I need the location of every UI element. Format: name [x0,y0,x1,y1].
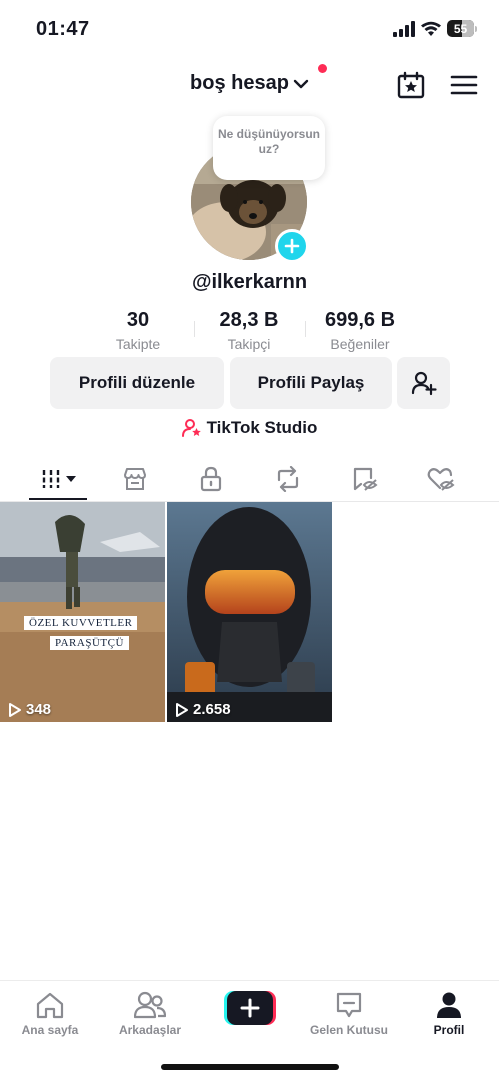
status-bar: 01:47 55 [0,0,499,60]
creator-star-icon [181,419,201,437]
inbox-icon [336,992,362,1018]
video-thumbnail[interactable]: ÖZEL KUVVETLER PARAŞÜTÇÜ 348 [0,502,165,722]
edit-profile-button[interactable]: Profili düzenle [50,357,224,409]
home-icon [36,992,64,1019]
active-tab-indicator [29,498,87,500]
notification-dot [318,64,327,73]
nav-inbox[interactable]: Gelen Kutusu [299,987,399,1037]
profile-tabs [0,456,499,502]
repost-icon [277,466,299,492]
video-thumbnail-image [167,502,332,722]
home-indicator [161,1064,339,1070]
stat-label: Takipçi [227,336,271,352]
nav-label: Gelen Kutusu [309,1023,388,1037]
view-count: 2.658 [175,701,231,718]
hidden-favorites-icon [353,467,378,491]
profile-header: boş hesap [0,60,499,110]
video-caption-line1: ÖZEL KUVVETLER [24,616,138,630]
nav-profile[interactable]: Profil [399,987,499,1037]
username: @ilkerkarnn [191,271,308,293]
liked-hidden-icon [427,468,455,491]
thought-bubble[interactable]: Ne düşünüyorsun uz? [213,116,325,180]
profile-icon [437,992,461,1018]
friends-icon [134,991,166,1019]
account-name: boş hesap [190,72,289,94]
add-person-icon [411,371,437,396]
lock-icon [200,466,222,492]
video-caption-line2: PARAŞÜTÇÜ [50,636,129,650]
tab-shop[interactable] [115,464,155,494]
add-story-button[interactable] [275,229,309,263]
plus-icon [284,238,300,254]
videos-grid-icon [42,470,76,488]
nav-friends[interactable]: Arkadaşlar [100,987,200,1037]
view-count-value: 348 [26,701,52,718]
tab-reposts[interactable] [268,464,308,494]
profile-stats: 30 Takipte 28,3 B Takipçi 699,6 B Beğeni… [0,309,499,355]
share-profile-button[interactable]: Profili Paylaş [230,357,392,409]
stat-value: 699,6 B [324,309,396,331]
tab-private[interactable] [191,464,231,494]
add-friends-button[interactable] [397,357,450,409]
tab-favorites[interactable] [345,464,385,494]
status-time: 01:47 [36,18,90,40]
hamburger-menu-icon[interactable] [449,70,479,100]
view-count-value: 2.658 [193,701,231,718]
cellular-signal-icon [393,20,415,37]
battery-level: 55 [453,21,468,36]
create-button[interactable] [224,991,276,1025]
shop-icon [124,468,146,490]
tiktok-studio-link[interactable]: TikTok Studio [0,418,499,438]
play-icon [9,702,21,717]
wifi-icon [421,21,441,36]
stat-label: Takipte [115,336,161,352]
stat-label: Beğeniler [330,336,390,352]
stat-likes[interactable]: 699,6 B Beğeniler [300,309,420,352]
chevron-down-icon [293,79,309,88]
stat-value: 30 [126,309,150,331]
stat-following[interactable]: 30 Takipte [78,309,198,352]
tiktok-studio-label: TikTok Studio [206,418,318,437]
stat-value: 28,3 B [219,309,279,331]
play-icon [176,702,188,717]
calendar-star-icon[interactable] [396,70,426,100]
tab-liked[interactable] [421,464,461,494]
status-icons: 55 [393,20,477,37]
stat-followers[interactable]: 28,3 B Takipçi [189,309,309,352]
view-count: 348 [8,701,51,718]
video-thumbnail[interactable]: 2.658 [167,502,332,722]
nav-home[interactable]: Ana sayfa [0,987,100,1037]
nav-label: Arkadaşlar [118,1023,182,1037]
battery-icon: 55 [447,20,477,37]
nav-label: Profil [433,1023,465,1037]
video-thumbnail-image [0,502,165,722]
tab-videos[interactable] [38,464,82,494]
nav-label: Ana sayfa [21,1023,79,1037]
